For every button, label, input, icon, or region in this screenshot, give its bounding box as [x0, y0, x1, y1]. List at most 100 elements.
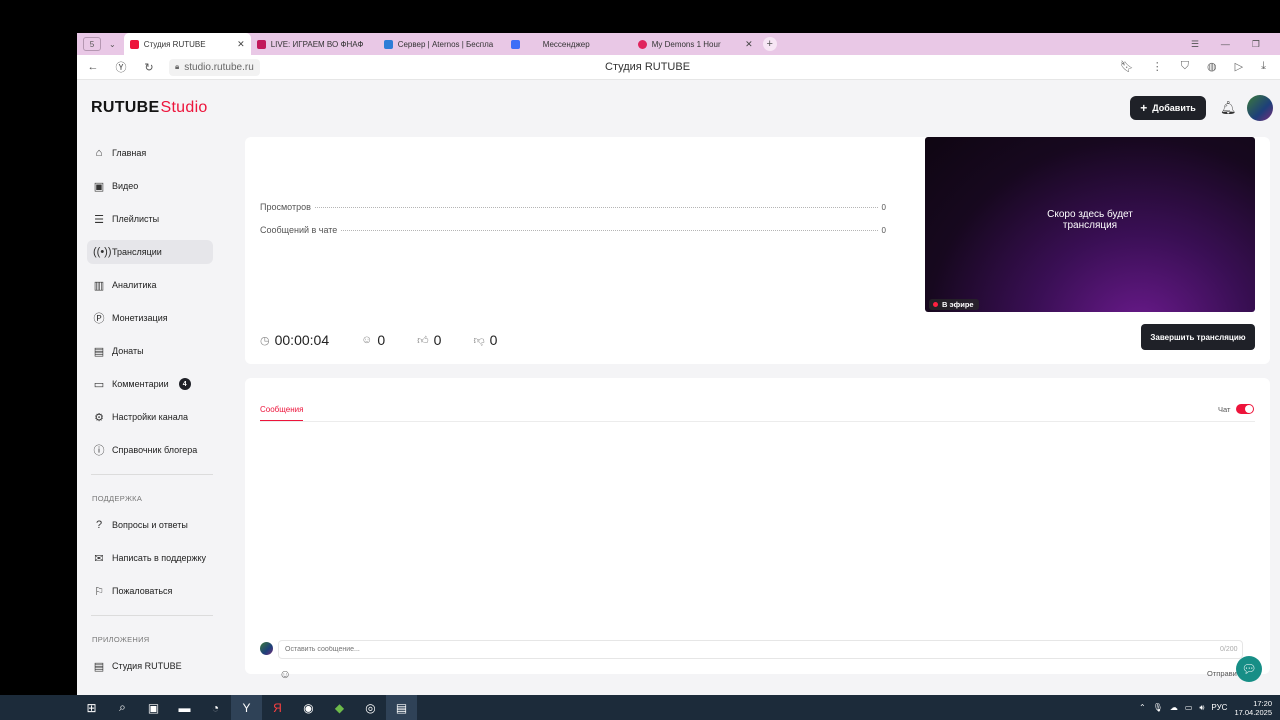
folder-icon[interactable]: ▬: [169, 695, 200, 720]
duration-value: 00:00:04: [274, 332, 330, 348]
windows-start-icon[interactable]: ⊞: [76, 695, 107, 720]
globe-icon[interactable]: ◍: [1207, 60, 1217, 73]
close-icon[interactable]: ✕: [745, 39, 753, 50]
sidebar-item-label: Студия RUTUBE: [112, 661, 182, 671]
tray-app-icon[interactable]: ☁: [1170, 703, 1178, 712]
minimize-icon[interactable]: —: [1221, 39, 1230, 50]
play-icon[interactable]: ▷: [1235, 60, 1243, 73]
tab-title: LIVE: ИГРАЕМ ВО ФНАФ: [270, 39, 364, 49]
add-button-label: Добавить: [1152, 103, 1196, 113]
yandex-browser-icon[interactable]: Y: [231, 695, 262, 720]
address-bar: ← Ⓨ ↻ 🔒︎ studio.rutube.ru Студия RUTUBE …: [77, 55, 1280, 80]
sidebar-item-report[interactable]: ⚐ Пожаловаться: [87, 579, 213, 603]
chat-toggle-group: Чат: [1218, 404, 1255, 414]
sidebar-item-studio-app[interactable]: ▤ Студия RUTUBE: [87, 654, 213, 678]
network-icon[interactable]: ▭: [1185, 703, 1193, 712]
edge-icon[interactable]: ◔: [200, 695, 231, 720]
bookmark-icon[interactable]: 🔖︎: [1120, 60, 1134, 73]
clock-time: 17:20: [1253, 698, 1272, 708]
stream-preview[interactable]: Скоро здесь будет трансляция В эфире: [925, 137, 1255, 312]
preview-text-line1: Скоро здесь будет: [1047, 209, 1133, 220]
mail-icon: ✉: [94, 552, 104, 565]
sidebar-item-label: Плейлисты: [112, 214, 160, 224]
tab-title: Студия RUTUBE: [143, 39, 206, 49]
add-button[interactable]: + Добавить: [1130, 96, 1206, 120]
tab-title: My Demons 1 Hour: [651, 39, 721, 49]
thumbs-down-icon: 👎︎: [473, 334, 485, 347]
shield-icon[interactable]: ⛉: [1181, 60, 1189, 73]
new-tab-icon[interactable]: +: [762, 37, 777, 51]
sidebar-item-label: Аналитика: [112, 280, 157, 290]
discord-icon[interactable]: ▤: [386, 695, 417, 720]
more-icon[interactable]: ⋮: [1152, 60, 1163, 73]
sidebar-item-home[interactable]: ⌂ Главная: [87, 141, 213, 165]
sidebar-item-faq[interactable]: ? Вопросы и ответы: [87, 513, 213, 537]
comment-icon: ▭: [93, 378, 105, 391]
tab-aternos[interactable]: Сервер | Aternos | Беспла: [378, 33, 505, 55]
question-icon: ?: [95, 519, 103, 531]
close-icon[interactable]: ✕: [237, 39, 245, 50]
bell-icon[interactable]: 🔔︎: [1220, 100, 1237, 116]
sidebar-item-label: Вопросы и ответы: [112, 520, 188, 530]
chevron-up-icon[interactable]: ⌃: [1139, 703, 1146, 712]
sidebar-item-contact-support[interactable]: ✉ Написать в поддержку: [87, 546, 213, 570]
tab-live[interactable]: LIVE: ИГРАЕМ ВО ФНАФ: [251, 33, 378, 55]
volume-icon[interactable]: 🔊︎: [1199, 703, 1204, 713]
emoji-icon[interactable]: ☺: [279, 667, 291, 681]
chat-toggle-label: Чат: [1218, 404, 1231, 414]
likes-value: 0: [433, 332, 442, 348]
back-icon[interactable]: ←: [79, 61, 107, 73]
tab-music[interactable]: My Demons 1 Hour ✕: [632, 33, 759, 55]
yandex-icon[interactable]: Ⓨ: [107, 59, 135, 75]
taskbar: ⊞ ⌕ ▣ ▬ ◔ Y Я ◉ ◆ ◎ ▤ ⌃ 🎙︎ ☁ ▭ 🔊︎ РУС 17…: [0, 695, 1280, 720]
minecraft-icon[interactable]: ◆: [324, 695, 355, 720]
sidebar-item-comments[interactable]: ▭ Комментарии 4: [87, 372, 213, 396]
language-indicator[interactable]: РУС: [1211, 703, 1227, 712]
sidebar-item-donations[interactable]: ▤ Донаты: [87, 339, 213, 363]
browser-window: 5 ⌄ Студия RUTUBE ✕ LIVE: ИГРАЕМ ВО ФНАФ…: [77, 33, 1280, 695]
help-chat-icon[interactable]: 💬︎: [1236, 656, 1262, 682]
tab-title: Сервер | Aternos | Беспла: [397, 39, 494, 49]
tab-messages[interactable]: Сообщения: [260, 405, 304, 421]
rutube-studio-logo[interactable]: RUTUBEStudio: [91, 99, 208, 117]
chat-toggle[interactable]: [1236, 404, 1255, 414]
search-icon[interactable]: ⌕: [107, 695, 138, 720]
obs-icon[interactable]: ◎: [355, 695, 386, 720]
yandex-icon[interactable]: Я: [262, 695, 293, 720]
downloads-icon[interactable]: ⤓: [1261, 60, 1266, 73]
sidebar-item-analytics[interactable]: ▥ Аналитика: [87, 273, 213, 297]
screen: 5 ⌄ Студия RUTUBE ✕ LIVE: ИГРАЕМ ВО ФНАФ…: [0, 0, 1280, 720]
menu-icon[interactable]: ☰: [1191, 39, 1199, 50]
reload-icon[interactable]: ↻: [135, 61, 163, 74]
sidebar-item-label: Настройки канала: [112, 412, 189, 422]
end-broadcast-button[interactable]: Завершить трансляцию: [1141, 324, 1255, 350]
chevron-down-icon[interactable]: ⌄: [109, 40, 116, 49]
aternos-favicon-icon: [383, 39, 393, 49]
app-icon[interactable]: ◉: [293, 695, 324, 720]
views-row: Просмотров 0: [260, 202, 886, 212]
maximize-icon[interactable]: ❐: [1252, 39, 1260, 50]
sidebar-item-monetization[interactable]: Ⓟ Монетизация: [87, 306, 213, 330]
tab-studio[interactable]: Студия RUTUBE ✕: [123, 33, 251, 55]
sidebar-item-video[interactable]: ▣ Видео: [87, 174, 213, 198]
tab-count[interactable]: 5: [83, 37, 101, 51]
apps-heading: ПРИЛОЖЕНИЯ: [92, 635, 150, 644]
url-field[interactable]: 🔒︎ studio.rutube.ru: [169, 58, 260, 76]
store-icon[interactable]: ▣: [138, 695, 169, 720]
avatar[interactable]: [1247, 95, 1273, 121]
thumbs-up-icon: 👍︎: [417, 334, 429, 347]
clock[interactable]: 17:20 17.04.2025: [1234, 699, 1272, 717]
views-label: Просмотров: [260, 202, 311, 212]
sidebar-item-label: Видео: [112, 181, 139, 191]
tab-messenger[interactable]: Мессенджер: [505, 33, 632, 55]
chat-message-input[interactable]: [278, 640, 1243, 659]
sidebar-item-blogger-guide[interactable]: ⓘ Справочник блогера: [87, 438, 213, 462]
sidebar-item-playlists[interactable]: ☰ Плейлисты: [87, 207, 213, 231]
clock-date: 17.04.2025: [1234, 707, 1272, 717]
sidebar-item-broadcasts[interactable]: ((•)) Трансляции: [87, 240, 213, 264]
microphone-icon[interactable]: 🎙︎: [1153, 703, 1163, 712]
rutube-favicon-icon: [256, 39, 266, 49]
system-tray: ⌃ 🎙︎ ☁ ▭ 🔊︎ РУС 17:20 17.04.2025: [1139, 695, 1272, 720]
avatar: [260, 642, 273, 655]
sidebar-item-channel-settings[interactable]: ⚙ Настройки канала: [87, 405, 213, 429]
